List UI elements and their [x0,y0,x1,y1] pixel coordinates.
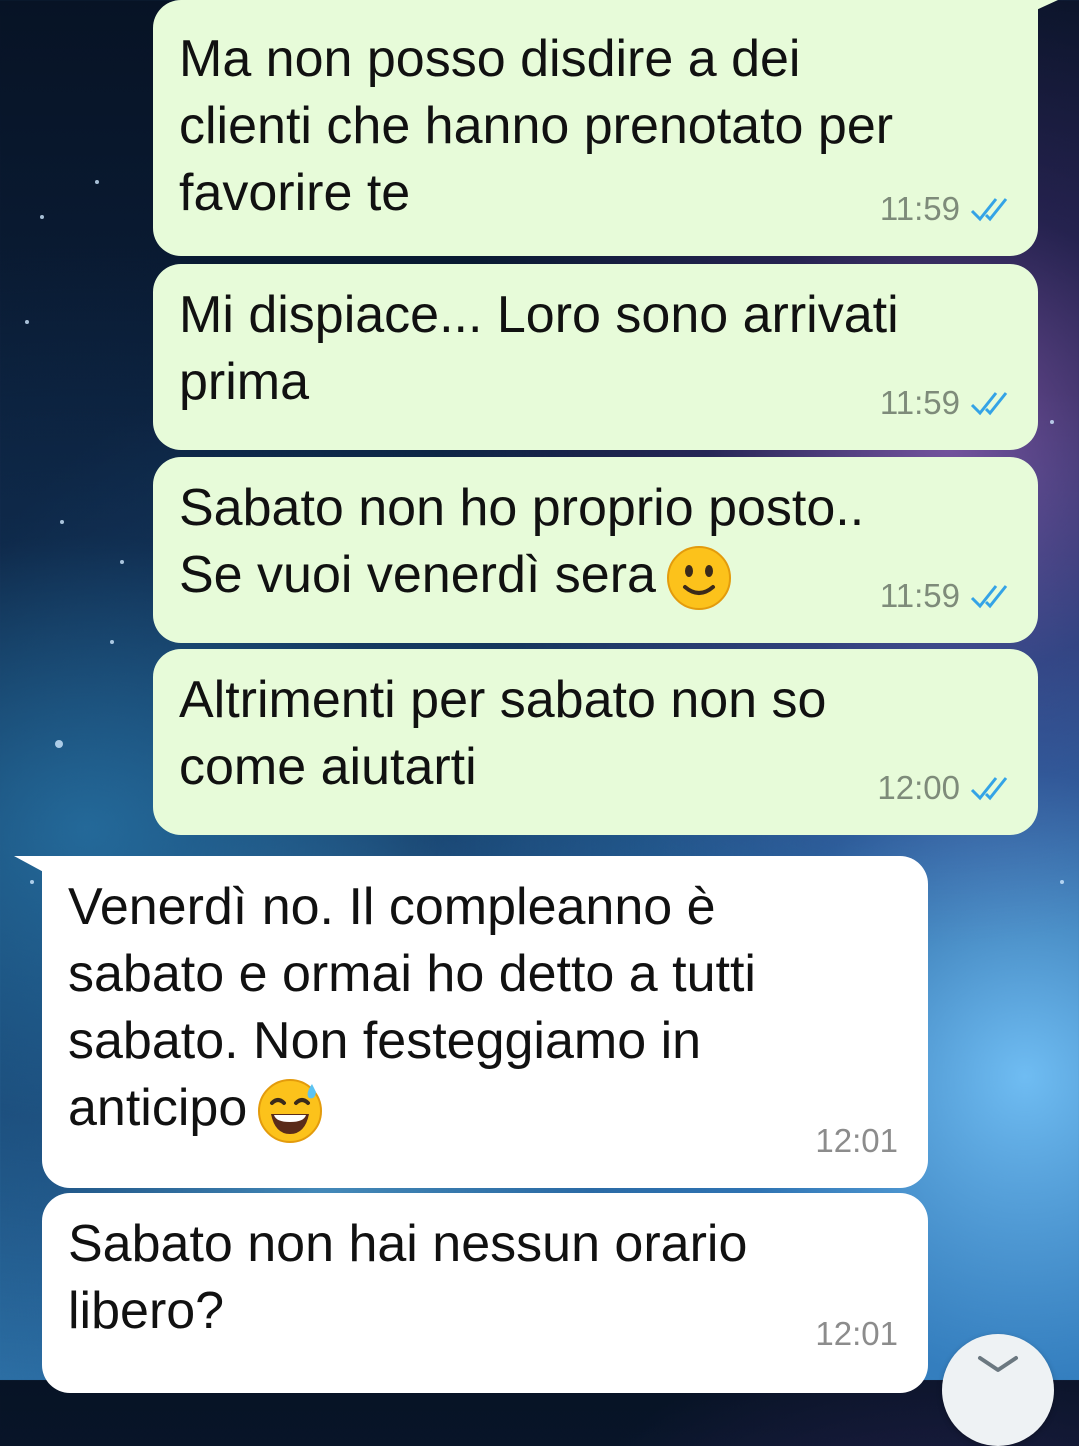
double-check-icon [970,776,1008,800]
message-bubble-outgoing[interactable]: Sabato non ho proprio posto.. Se vuoi ve… [153,457,1038,643]
message-time: 12:01 [815,1122,898,1159]
chevron-down-icon [978,1356,1018,1372]
message-bubble-incoming[interactable]: Venerdì no. Il compleanno è sabato e orm… [42,856,928,1188]
double-check-icon [970,197,1008,221]
message-meta: 11:59 [880,562,1014,629]
double-check-icon [970,391,1008,415]
message-meta: 12:00 [877,754,1014,821]
double-check-icon [970,584,1008,608]
message-text: Venerdì no. Il compleanno è sabato e orm… [68,874,902,1144]
message-text-body: Sabato non ho proprio posto.. Se vuoi ve… [179,479,865,604]
message-text-body: Venerdì no. Il compleanno è sabato e orm… [68,878,756,1137]
message-meta: 12:01 [815,1300,898,1367]
message-bubble-incoming[interactable]: Sabato non hai nessun orario libero? 12:… [42,1193,928,1393]
message-time: 11:59 [879,190,960,227]
message-time: 12:00 [877,769,960,806]
message-time: 11:59 [879,384,960,421]
slightly-smiling-face-icon [666,546,731,611]
message-meta: 12:01 [815,1107,898,1174]
message-meta: 11:59 [880,369,1014,436]
grinning-face-with-sweat-icon [258,1079,323,1144]
message-bubble-outgoing[interactable]: Mi dispiace... Loro sono arrivati prima … [153,264,1038,450]
message-bubble-outgoing[interactable]: Ma non posso disdire a dei clienti che h… [153,0,1038,256]
scroll-to-bottom-button[interactable] [942,1334,1054,1446]
message-time: 11:59 [879,577,960,614]
message-text: Sabato non hai nessun orario libero? [68,1215,748,1340]
message-time: 12:01 [815,1315,898,1352]
message-bubble-outgoing[interactable]: Altrimenti per sabato non so come aiutar… [153,649,1038,835]
message-meta: 11:59 [880,175,1014,242]
